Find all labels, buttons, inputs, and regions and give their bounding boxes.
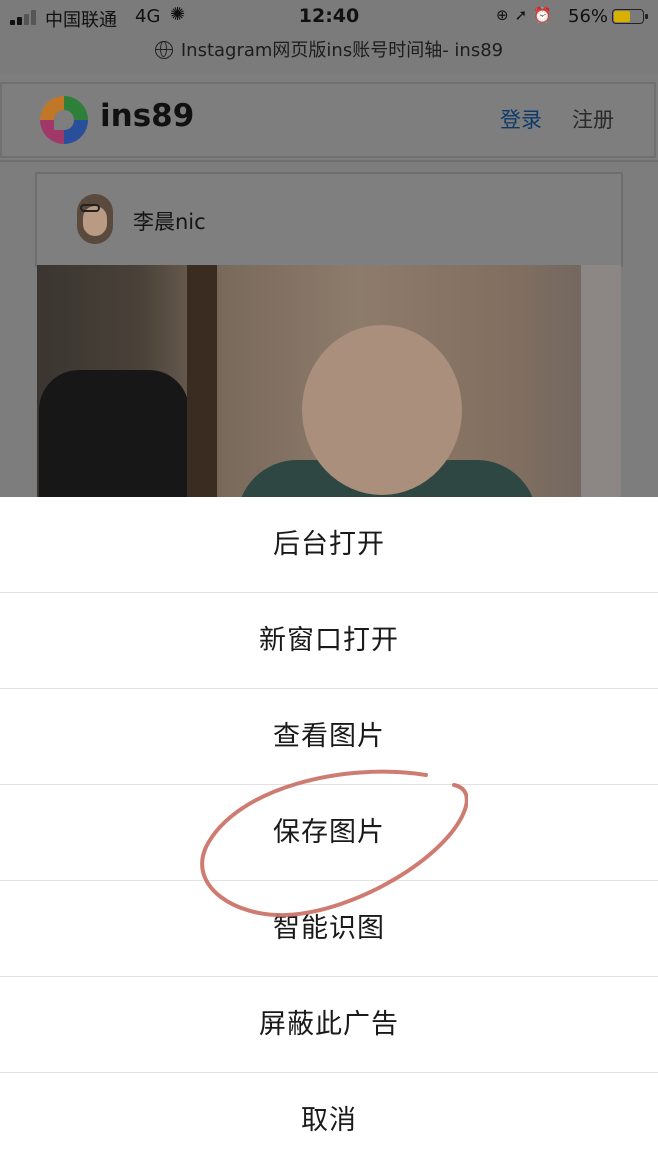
location-icon: ➚ bbox=[514, 6, 534, 24]
action-image-recognition[interactable]: 智能识图 bbox=[0, 881, 658, 977]
action-cancel[interactable]: 取消 bbox=[0, 1073, 658, 1169]
alarm-icon: ⏰ bbox=[533, 6, 558, 24]
photo-child bbox=[302, 325, 462, 495]
page-title: Instagram网页版ins账号时间轴- ins89 bbox=[180, 40, 504, 61]
site-header: ins89 登录 注册 bbox=[0, 76, 658, 162]
post-photo[interactable] bbox=[37, 265, 621, 505]
site-logo-icon[interactable] bbox=[40, 96, 88, 144]
post-header: 李晨nic bbox=[35, 172, 623, 267]
globe-icon bbox=[154, 41, 173, 59]
register-link[interactable]: 注册 bbox=[572, 104, 614, 134]
photo-door bbox=[187, 265, 217, 505]
status-time: 12:40 bbox=[298, 5, 360, 27]
status-bar: 中国联通 4G ✺ 12:40 ⊕➚⏰ 56% bbox=[0, 0, 658, 34]
header-frame bbox=[0, 82, 656, 158]
site-brand[interactable]: ins89 bbox=[100, 98, 194, 134]
screen: 中国联通 4G ✺ 12:40 ⊕➚⏰ 56% Instagram网页版ins账… bbox=[0, 0, 658, 1170]
action-sheet: 后台打开 新窗口打开 查看图片 保存图片 智能识图 屏蔽此广告 取消 bbox=[0, 497, 658, 1170]
battery-percent: 56% bbox=[568, 6, 609, 27]
avatar[interactable] bbox=[77, 194, 113, 244]
action-block-ad[interactable]: 屏蔽此广告 bbox=[0, 977, 658, 1073]
action-save-image[interactable]: 保存图片 bbox=[0, 785, 658, 881]
post-username[interactable]: 李晨nic bbox=[133, 206, 206, 236]
login-link[interactable]: 登录 bbox=[500, 104, 542, 134]
status-icons: ⊕➚⏰ bbox=[496, 6, 558, 24]
action-open-new-window[interactable]: 新窗口打开 bbox=[0, 593, 658, 689]
rotation-lock-icon: ⊕ bbox=[496, 6, 515, 24]
photo-curtain bbox=[581, 265, 621, 505]
action-view-image[interactable]: 查看图片 bbox=[0, 689, 658, 785]
action-open-background[interactable]: 后台打开 bbox=[0, 497, 658, 593]
battery-icon bbox=[612, 9, 648, 24]
photo-lamp bbox=[39, 370, 189, 500]
url-bar[interactable]: Instagram网页版ins账号时间轴- ins89 bbox=[0, 34, 658, 74]
